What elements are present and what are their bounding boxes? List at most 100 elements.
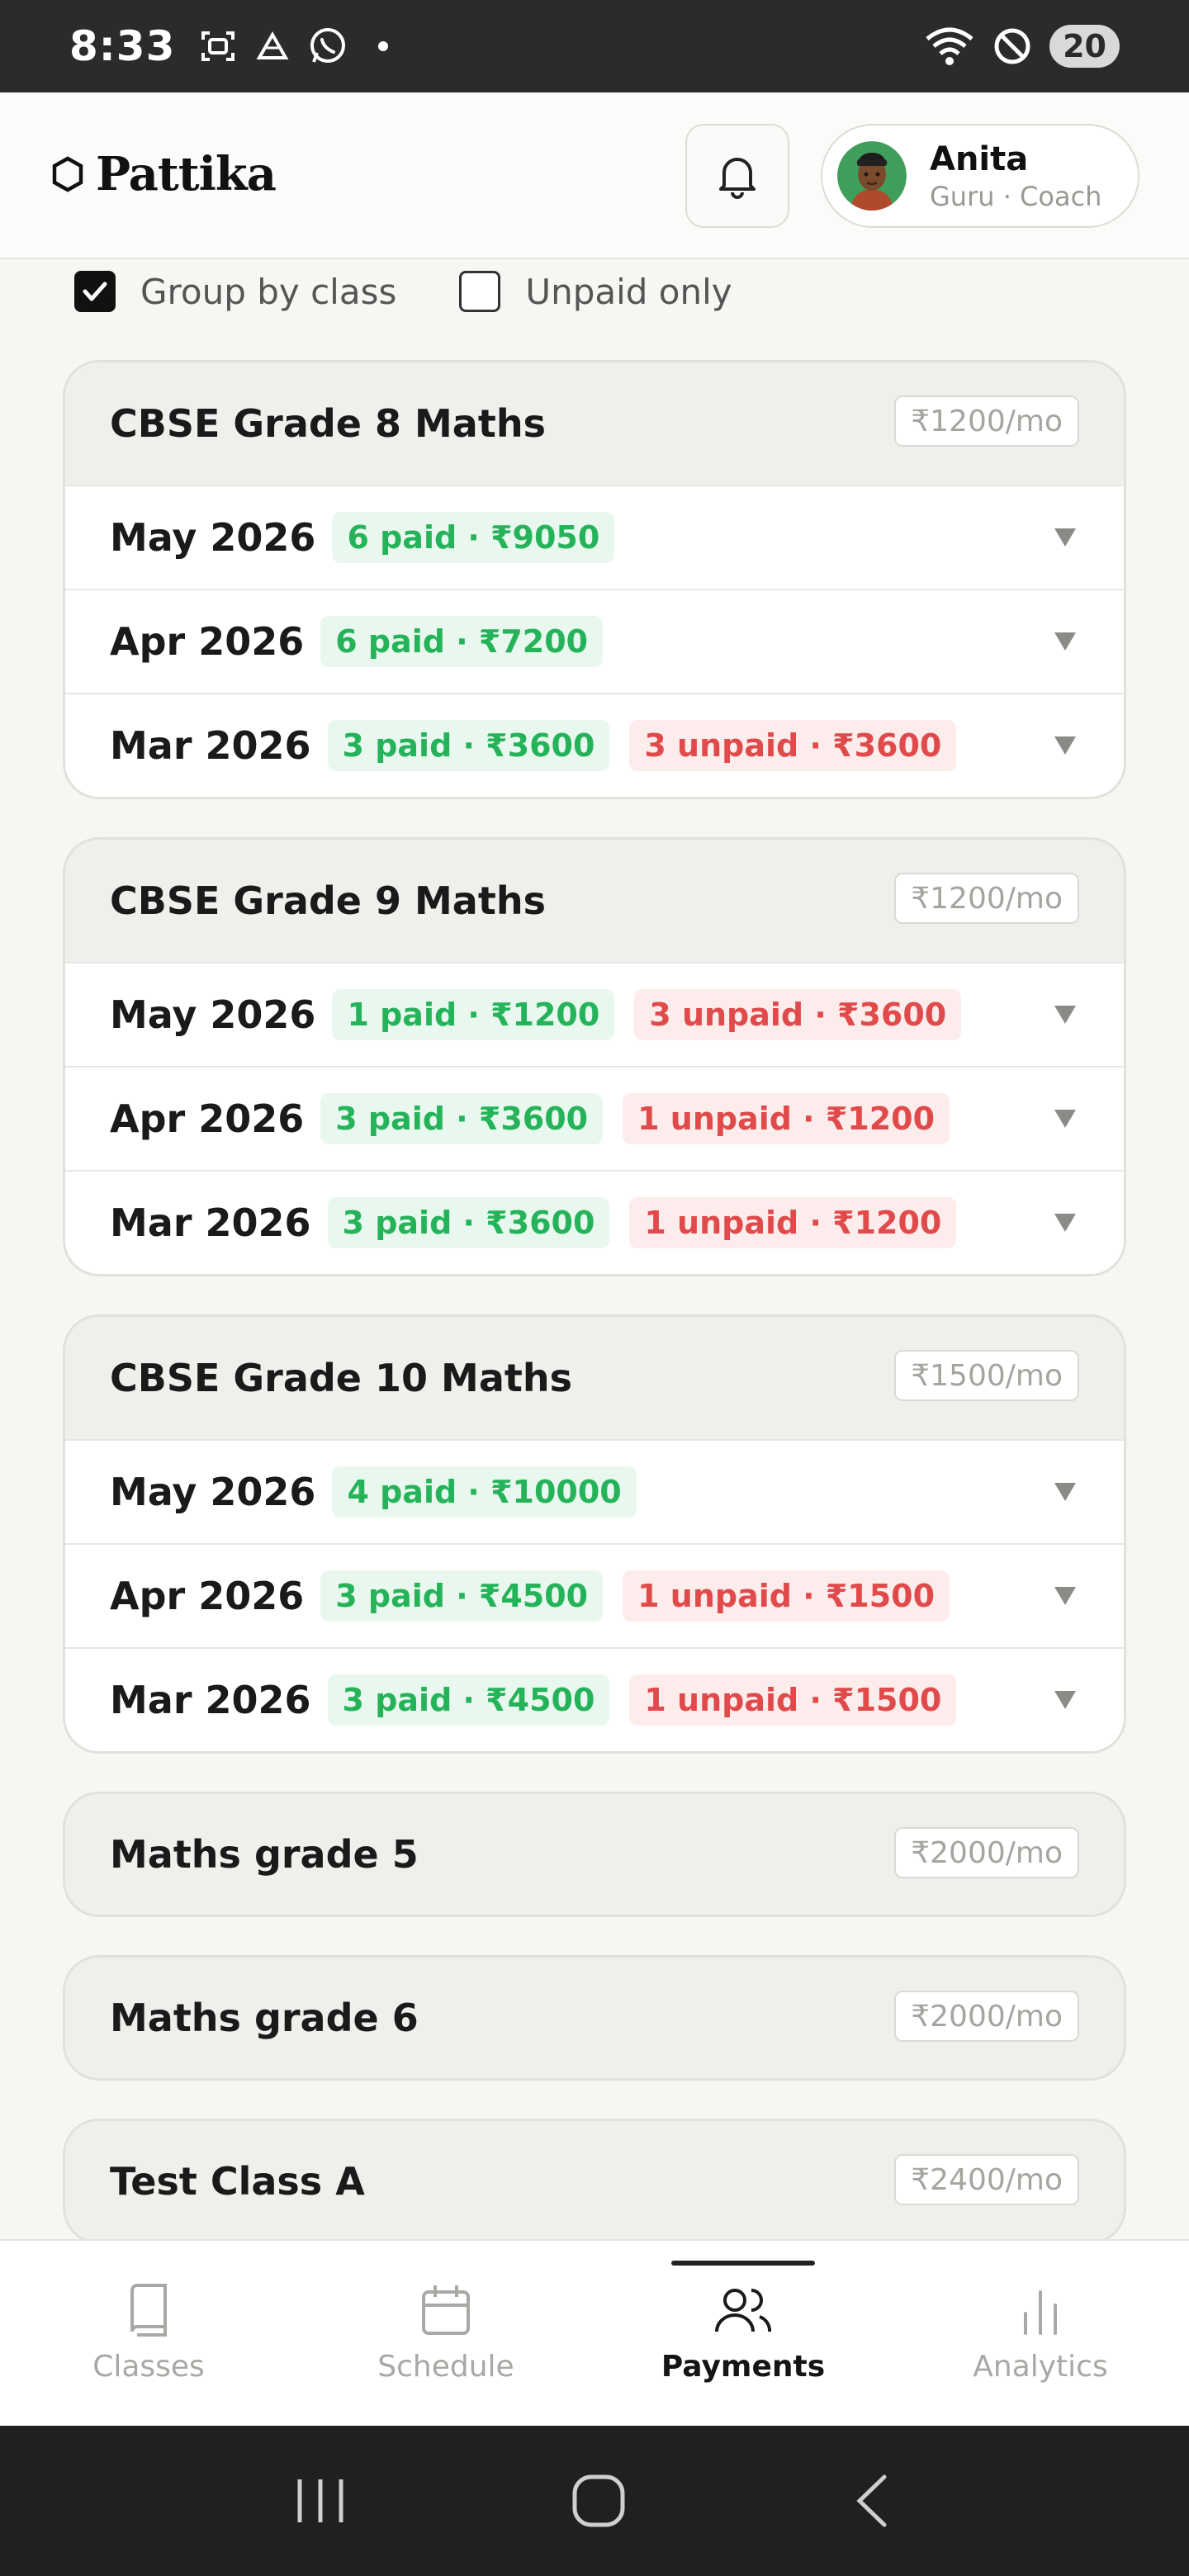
- avatar: [837, 141, 907, 211]
- class-card-header[interactable]: CBSE Grade 9 Maths ₹1200/mo: [65, 840, 1124, 962]
- unpaid-badge: 3 unpaid · ₹3600: [629, 720, 957, 771]
- month-row[interactable]: Apr 2026 3 paid · ₹4500 1 unpaid · ₹1500: [65, 1543, 1124, 1647]
- chevron-down-icon[interactable]: [1054, 632, 1076, 651]
- class-card-header[interactable]: CBSE Grade 8 Maths ₹1200/mo: [65, 362, 1124, 485]
- chevron-down-icon[interactable]: [1054, 1691, 1076, 1709]
- class-name: CBSE Grade 10 Maths: [110, 1356, 572, 1400]
- class-card-header[interactable]: Maths grade 6 ₹2000/mo: [65, 1958, 1124, 2078]
- class-card: CBSE Grade 8 Maths ₹1200/mo May 2026 6 p…: [63, 360, 1126, 799]
- unpaid-badge: 1 unpaid · ₹1200: [623, 1093, 950, 1144]
- profile-button[interactable]: Anita Guru · Coach: [821, 124, 1139, 228]
- unpaid-badge: 3 unpaid · ₹3600: [634, 989, 962, 1040]
- wifi-icon: [926, 27, 973, 65]
- recents-icon[interactable]: [291, 2474, 349, 2527]
- month-label: Apr 2026: [110, 1574, 305, 1618]
- price-badge: ₹1200/mo: [894, 395, 1079, 447]
- battery-level: 20: [1063, 28, 1106, 64]
- profile-text: Anita Guru · Coach: [930, 139, 1101, 213]
- do-not-disturb-icon: [994, 28, 1030, 64]
- screenshot-icon: [201, 31, 235, 61]
- home-icon[interactable]: [570, 2472, 628, 2530]
- book-icon: [130, 2284, 167, 2337]
- nav-label: Payments: [661, 2350, 826, 2384]
- paid-badge: 4 paid · ₹10000: [332, 1466, 637, 1518]
- nav-schedule[interactable]: Schedule: [297, 2241, 594, 2426]
- month-label: Apr 2026: [110, 1096, 305, 1141]
- chevron-down-icon[interactable]: [1054, 528, 1076, 547]
- class-name: CBSE Grade 9 Maths: [110, 878, 546, 923]
- nav-classes[interactable]: Classes: [0, 2241, 297, 2426]
- month-label: Mar 2026: [110, 1678, 311, 1722]
- chevron-down-icon[interactable]: [1054, 736, 1076, 755]
- month-label: Apr 2026: [110, 619, 305, 664]
- nav-label: Classes: [92, 2350, 205, 2384]
- price-badge: ₹1200/mo: [894, 873, 1079, 924]
- class-card-header[interactable]: CBSE Grade 10 Maths ₹1500/mo: [65, 1317, 1124, 1439]
- brand-logo[interactable]: Pattika: [51, 147, 277, 201]
- class-list: CBSE Grade 8 Maths ₹1200/mo May 2026 6 p…: [63, 360, 1126, 2282]
- price-badge: ₹2000/mo: [894, 1827, 1079, 1878]
- profile-role: Guru · Coach: [930, 181, 1102, 212]
- unpaid-badge: 1 unpaid · ₹1200: [629, 1197, 957, 1248]
- unpaid-badge: 1 unpaid · ₹1500: [623, 1570, 950, 1622]
- chevron-down-icon[interactable]: [1054, 1483, 1076, 1501]
- month-row[interactable]: Mar 2026 3 paid · ₹3600 3 unpaid · ₹3600: [65, 693, 1124, 797]
- month-row[interactable]: May 2026 1 paid · ₹1200 3 unpaid · ₹3600: [65, 962, 1124, 1066]
- notifications-button[interactable]: [685, 124, 789, 228]
- nav-payments[interactable]: Payments: [594, 2241, 892, 2426]
- chevron-down-icon[interactable]: [1054, 1110, 1076, 1128]
- class-card: CBSE Grade 9 Maths ₹1200/mo May 2026 1 p…: [63, 837, 1126, 1276]
- status-right-icons: 20: [924, 25, 1120, 68]
- calendar-icon: [422, 2285, 470, 2335]
- group-by-class-label: Group by class: [140, 271, 397, 312]
- month-row[interactable]: May 2026 6 paid · ₹9050: [65, 485, 1124, 589]
- bar-chart-icon: [1024, 2290, 1057, 2335]
- price-badge: ₹2400/mo: [894, 2154, 1079, 2205]
- battery-icon: 20: [1049, 25, 1120, 68]
- nav-label: Analytics: [973, 2350, 1108, 2384]
- unpaid-badge: 1 unpaid · ₹1500: [629, 1674, 957, 1726]
- paid-badge: 3 paid · ₹3600: [327, 720, 610, 771]
- users-icon: [715, 2289, 771, 2332]
- chevron-down-icon[interactable]: [1054, 1214, 1076, 1232]
- dot-icon: [378, 41, 389, 51]
- paid-badge: 3 paid · ₹3600: [327, 1197, 610, 1248]
- nav-analytics[interactable]: Analytics: [892, 2241, 1189, 2426]
- month-row[interactable]: Apr 2026 3 paid · ₹3600 1 unpaid · ₹1200: [65, 1066, 1124, 1170]
- class-card: CBSE Grade 10 Maths ₹1500/mo May 2026 4 …: [63, 1314, 1126, 1754]
- back-icon[interactable]: [848, 2472, 898, 2530]
- paid-badge: 3 paid · ₹3600: [320, 1093, 604, 1144]
- class-card-header[interactable]: Maths grade 5 ₹2000/mo: [65, 1794, 1124, 1915]
- unpaid-only-checkbox[interactable]: [459, 271, 501, 312]
- filter-bar: Group by class Unpaid only: [74, 268, 795, 315]
- paid-badge: 3 paid · ₹4500: [320, 1570, 604, 1622]
- month-label: Mar 2026: [110, 1200, 311, 1245]
- app-header: Pattika Anita Guru · Coach: [0, 92, 1189, 259]
- month-row[interactable]: May 2026 4 paid · ₹10000: [65, 1439, 1124, 1543]
- chevron-down-icon[interactable]: [1054, 1006, 1076, 1024]
- group-by-class-filter[interactable]: Group by class: [74, 271, 396, 312]
- month-row[interactable]: Apr 2026 6 paid · ₹7200: [65, 589, 1124, 693]
- paid-badge: 6 paid · ₹9050: [332, 512, 615, 563]
- class-card: Maths grade 5 ₹2000/mo: [63, 1792, 1126, 1917]
- brand-name: Pattika: [96, 147, 277, 201]
- active-tab-indicator: [671, 2261, 815, 2266]
- status-left-icons: [198, 26, 389, 67]
- status-time: 8:33: [69, 22, 176, 70]
- checkmark-icon: [83, 282, 107, 301]
- group-by-class-checkbox[interactable]: [74, 271, 116, 312]
- chevron-down-icon[interactable]: [1054, 1587, 1076, 1605]
- class-card-header[interactable]: Test Class A ₹2400/mo: [65, 2121, 1124, 2242]
- month-row[interactable]: Mar 2026 3 paid · ₹4500 1 unpaid · ₹1500: [65, 1647, 1124, 1751]
- bell-icon: [719, 158, 756, 199]
- class-name: CBSE Grade 8 Maths: [110, 401, 546, 446]
- paid-badge: 6 paid · ₹7200: [320, 616, 604, 667]
- class-card: Test Class A ₹2400/mo: [63, 2119, 1126, 2244]
- class-name: Maths grade 6: [110, 1996, 419, 2040]
- drive-icon: [256, 31, 289, 59]
- month-label: May 2026: [110, 515, 316, 560]
- status-bar: 8:33 20: [0, 0, 1189, 92]
- class-name: Maths grade 5: [110, 1832, 419, 1877]
- unpaid-only-filter[interactable]: Unpaid only: [459, 271, 732, 312]
- month-row[interactable]: Mar 2026 3 paid · ₹3600 1 unpaid · ₹1200: [65, 1170, 1124, 1274]
